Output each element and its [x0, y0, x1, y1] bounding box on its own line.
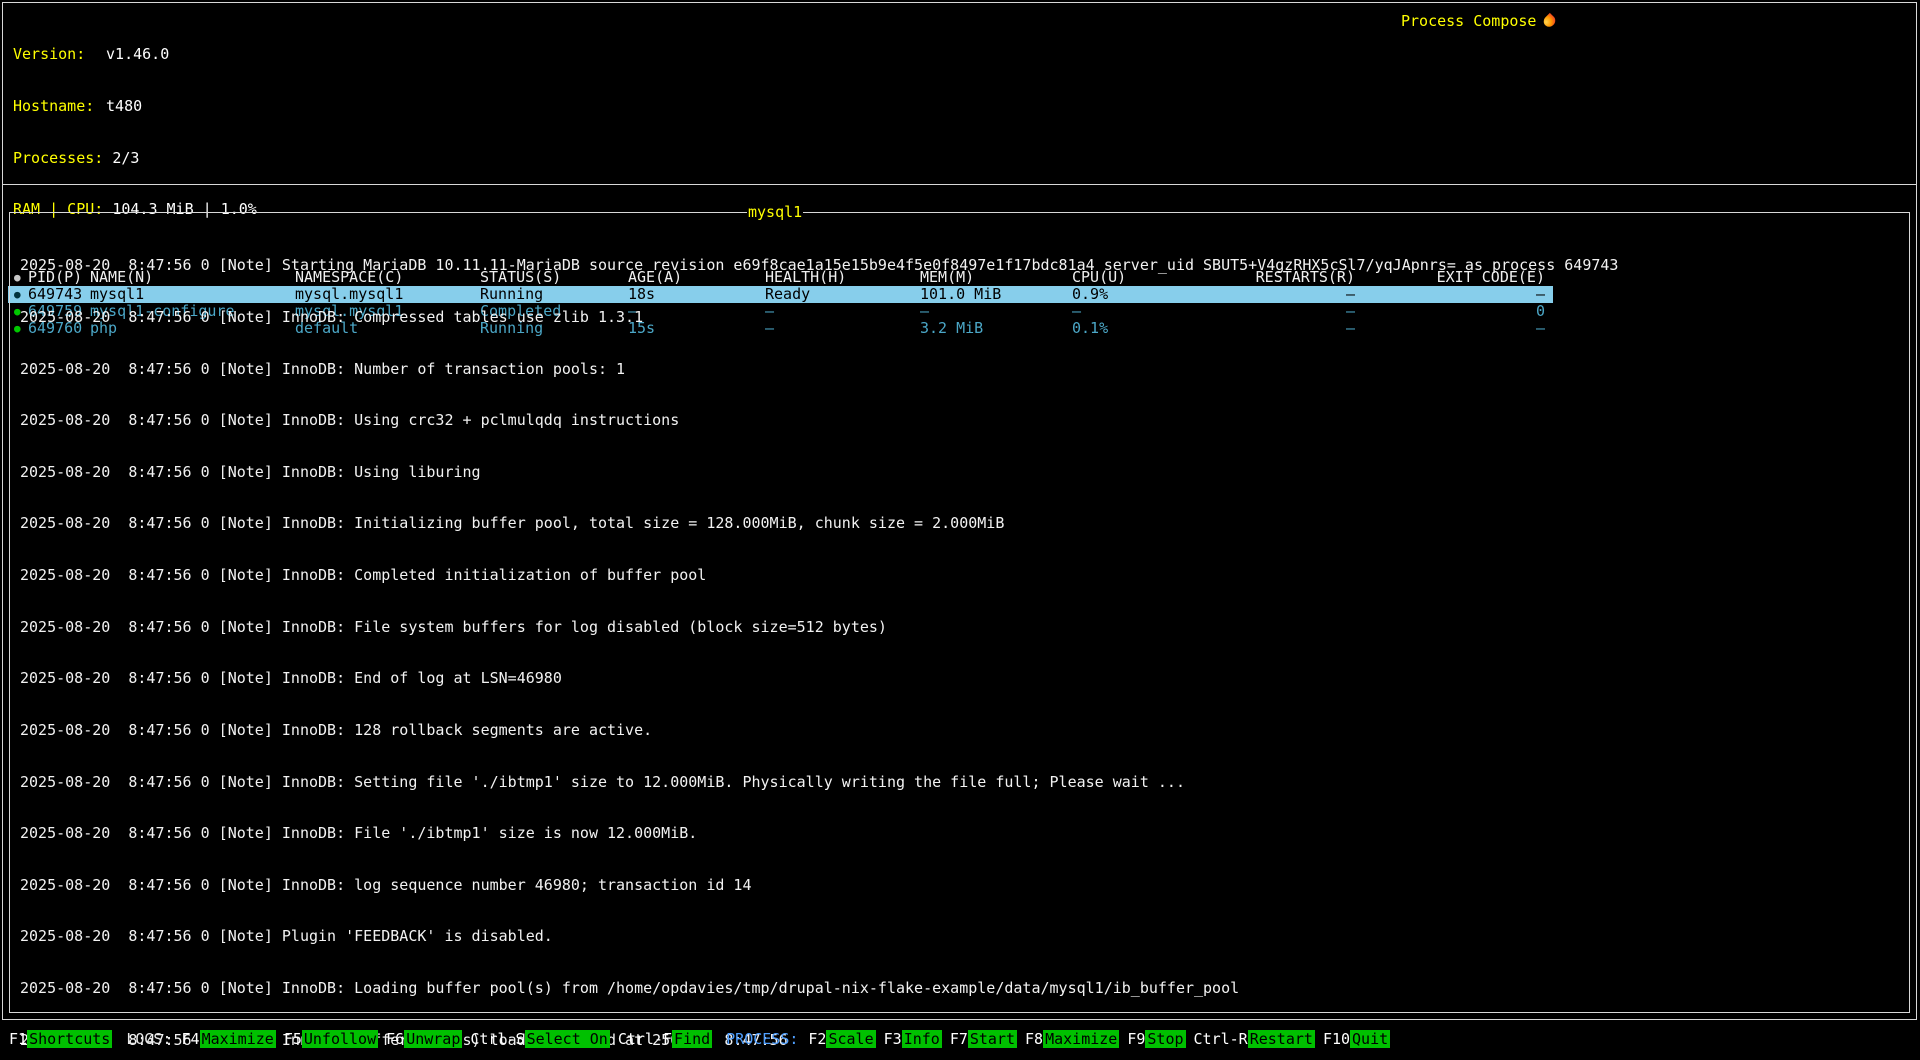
- shortcut-key-f1[interactable]: F1: [9, 1030, 27, 1048]
- shortcut-key-f4[interactable]: F4: [182, 1030, 200, 1048]
- log-section: mysql1 2025-08-20 8:47:56 0 [Note] Start…: [3, 185, 1916, 1019]
- shortcut-key-f5[interactable]: F5: [284, 1030, 302, 1048]
- shortcut-action-scale[interactable]: Scale: [826, 1030, 875, 1048]
- shortcut-action-start[interactable]: Start: [968, 1030, 1017, 1048]
- log-line: 2025-08-20 8:47:56 0 [Note] Starting Mar…: [20, 257, 1909, 274]
- version-label: Version:: [13, 46, 97, 63]
- footer-shortcut-bar: F1Shortcuts LOGS: F4Maximize F5Unfollow …: [0, 1026, 1920, 1052]
- shortcut-key-f2[interactable]: F2: [808, 1030, 826, 1048]
- shortcut-action-unfollow[interactable]: Unfollow: [302, 1030, 378, 1048]
- shortcut-key-ctrl-r[interactable]: Ctrl-R: [1194, 1030, 1248, 1048]
- shortcut-action-maximize-logs[interactable]: Maximize: [200, 1030, 276, 1048]
- overview-section: Version: v1.46.0 Hostname: t480 Processe…: [3, 3, 1916, 185]
- shortcut-key-f6[interactable]: F6: [386, 1030, 404, 1048]
- log-panel-title: mysql1: [747, 203, 803, 221]
- log-line: 2025-08-20 8:47:56 0 [Note] InnoDB: Load…: [20, 980, 1909, 997]
- shortcut-key-f3[interactable]: F3: [884, 1030, 902, 1048]
- footer-section-logs: LOGS:: [126, 1030, 171, 1048]
- info-line-version: Version: v1.46.0: [13, 46, 1916, 63]
- process-compose-app: Version: v1.46.0 Hostname: t480 Processe…: [0, 0, 1920, 1060]
- info-line-hostname: Hostname: t480: [13, 98, 1916, 115]
- shortcut-action-find[interactable]: Find: [672, 1030, 712, 1048]
- shortcut-action-select-on[interactable]: Select On: [525, 1030, 610, 1048]
- log-line: 2025-08-20 8:47:56 0 [Note] InnoDB: Comp…: [20, 309, 1909, 326]
- log-line: 2025-08-20 8:47:56 0 [Note] InnoDB: log …: [20, 877, 1909, 894]
- log-line: 2025-08-20 8:47:56 0 [Note] InnoDB: File…: [20, 825, 1909, 842]
- shortcut-key-f8[interactable]: F8: [1025, 1030, 1043, 1048]
- log-line: 2025-08-20 8:47:56 0 [Note] InnoDB: Usin…: [20, 464, 1909, 481]
- log-line: 2025-08-20 8:47:56 0 [Note] InnoDB: Usin…: [20, 412, 1909, 429]
- info-line-processes: Processes: 2/3: [13, 150, 1916, 167]
- shortcut-action-shortcuts[interactable]: Shortcuts: [27, 1030, 112, 1048]
- shortcut-key-f7[interactable]: F7: [950, 1030, 968, 1048]
- shortcut-action-stop[interactable]: Stop: [1145, 1030, 1185, 1048]
- app-title-text: Process Compose: [1401, 12, 1536, 30]
- version-value: v1.46.0: [106, 45, 169, 63]
- log-line: 2025-08-20 8:47:56 0 [Note] Plugin 'FEED…: [20, 928, 1909, 945]
- log-line: 2025-08-20 8:47:56 0 [Note] InnoDB: Sett…: [20, 774, 1909, 791]
- shortcut-key-f9[interactable]: F9: [1127, 1030, 1145, 1048]
- log-output: 2025-08-20 8:47:56 0 [Note] Starting Mar…: [10, 213, 1909, 1060]
- processes-value: 2/3: [112, 149, 139, 167]
- log-line: 2025-08-20 8:47:56 0 [Note] InnoDB: Comp…: [20, 567, 1909, 584]
- footer-section-process: PROCESS:: [726, 1030, 798, 1048]
- hostname-label: Hostname:: [13, 98, 97, 115]
- main-window: Version: v1.46.0 Hostname: t480 Processe…: [2, 2, 1917, 1020]
- hostname-value: t480: [106, 97, 142, 115]
- log-line: 2025-08-20 8:47:56 0 [Note] InnoDB: End …: [20, 670, 1909, 687]
- log-line: 2025-08-20 8:47:56 0 [Note] InnoDB: Init…: [20, 515, 1909, 532]
- log-line: 2025-08-20 8:47:56 0 [Note] InnoDB: Numb…: [20, 361, 1909, 378]
- shortcut-action-restart[interactable]: Restart: [1248, 1030, 1315, 1048]
- processes-label: Processes:: [13, 150, 103, 167]
- app-title: Process Compose: [1401, 12, 1555, 30]
- log-line: 2025-08-20 8:47:56 0 [Note] InnoDB: 128 …: [20, 722, 1909, 739]
- shortcut-action-info[interactable]: Info: [902, 1030, 942, 1048]
- log-line: 2025-08-20 8:47:56 0 [Note] InnoDB: File…: [20, 619, 1909, 636]
- shortcut-action-quit[interactable]: Quit: [1350, 1030, 1390, 1048]
- shortcut-key-ctrl-f[interactable]: Ctrl-F: [618, 1030, 672, 1048]
- log-panel[interactable]: mysql1 2025-08-20 8:47:56 0 [Note] Start…: [9, 212, 1910, 1013]
- shortcut-action-unwrap[interactable]: Unwrap: [404, 1030, 462, 1048]
- shortcut-key-f10[interactable]: F10: [1323, 1030, 1350, 1048]
- shortcut-action-maximize-process[interactable]: Maximize: [1043, 1030, 1119, 1048]
- shortcut-key-ctrl-s[interactable]: Ctrl-S: [470, 1030, 524, 1048]
